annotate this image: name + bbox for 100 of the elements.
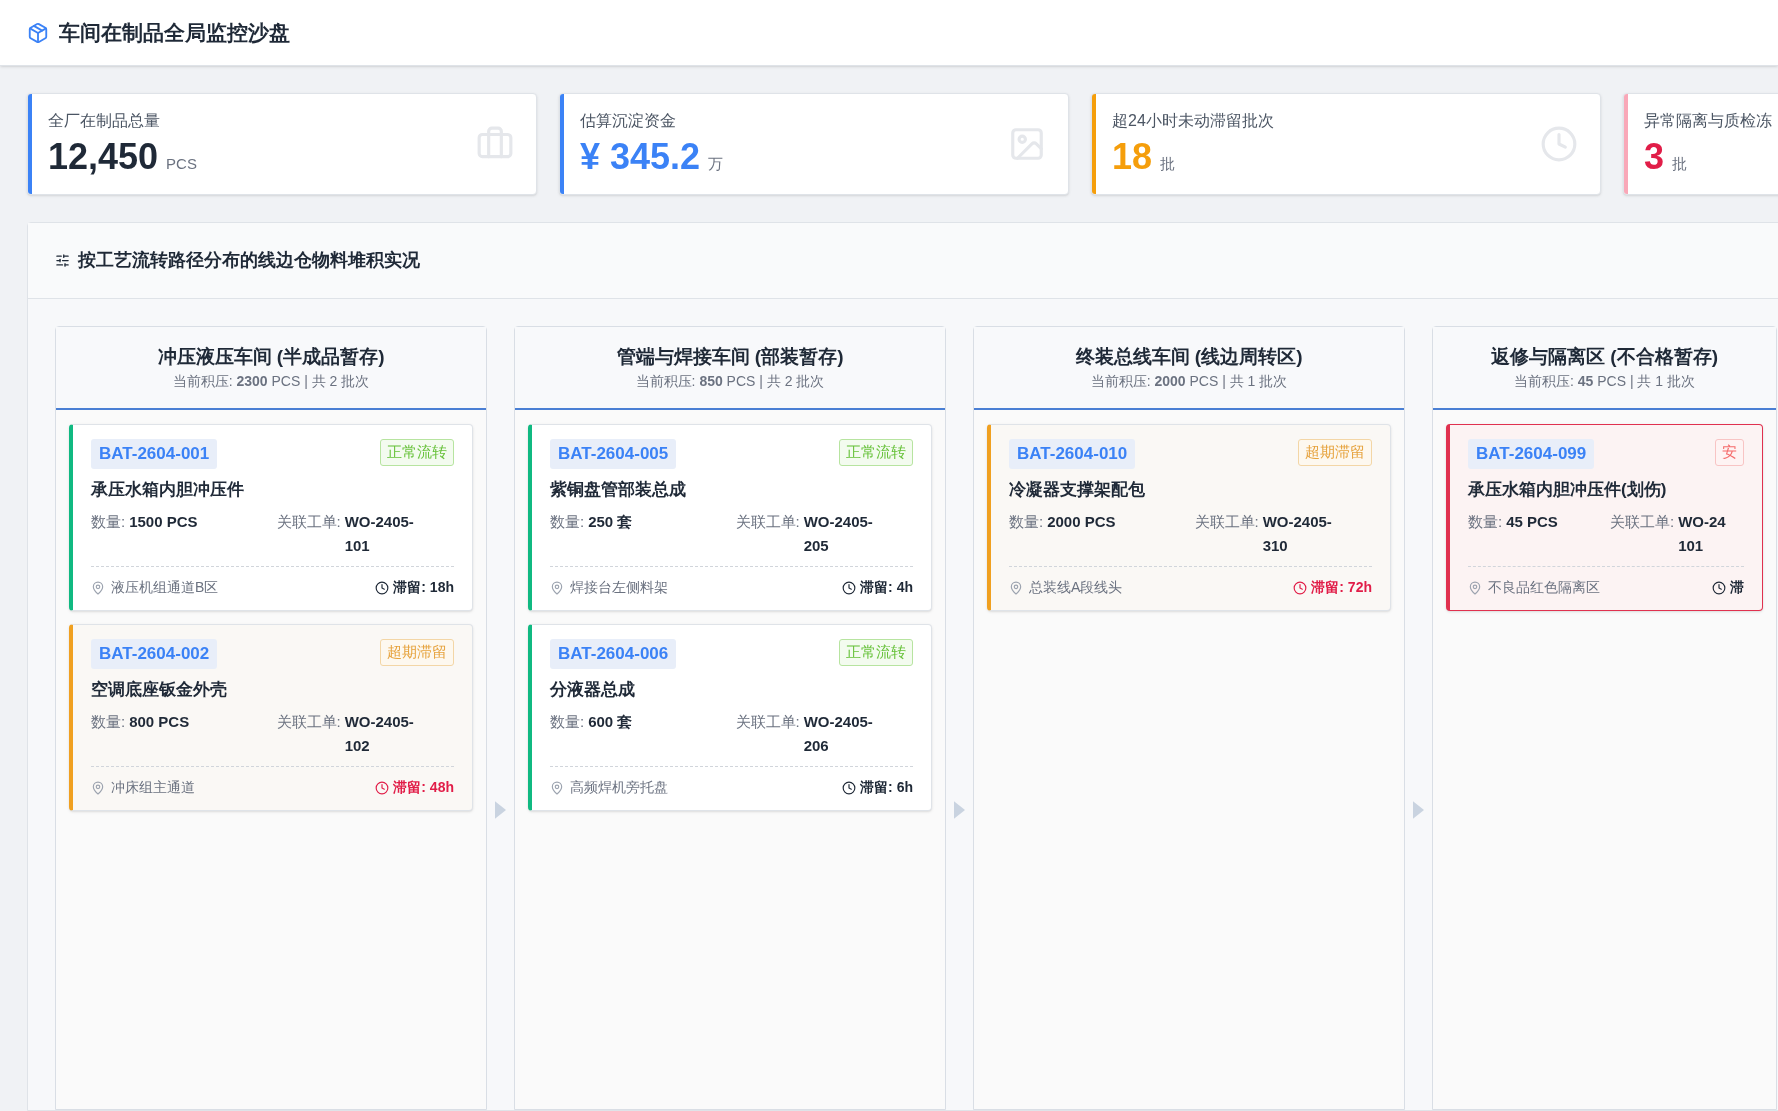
- column-summary: 当前积压: 2000 PCS | 共 1 批次: [1090, 372, 1288, 392]
- location-text: 高频焊机旁托盘: [570, 778, 668, 797]
- stay-duration: 滞留: 4h: [860, 578, 913, 597]
- item-name: 紫铜盘管部装总成: [550, 478, 687, 501]
- clock-icon: [842, 580, 857, 595]
- batch-id: BAT-2604-005: [550, 439, 677, 469]
- quantity-value: 1500 PCS: [129, 512, 198, 532]
- location-pin-icon: [91, 780, 105, 795]
- kpi-value: ¥ 345.2: [580, 135, 701, 179]
- status-tag: 超期滞留: [380, 639, 454, 666]
- quantity-label: 数量:: [1009, 512, 1044, 532]
- status-tag: 正常流转: [839, 639, 913, 666]
- stay-duration: 滞: [1730, 578, 1744, 597]
- location-text: 液压机组通道B区: [111, 578, 219, 597]
- order-value: WO-2405- 310: [1262, 512, 1332, 556]
- kpi-label: 估算沉淀资金: [580, 111, 677, 131]
- batch-card[interactable]: BAT-2604-006 正常流转 分液器总成 数量: 600 套 关联工单: WO-2405- 206 高频焊机旁托盘 滞留: 6h: [528, 624, 932, 811]
- page-title: 车间在制品全局监控沙盘: [59, 19, 290, 46]
- clock-icon: [375, 780, 390, 795]
- column-title: 冲压液压车间 (半成品暂存): [157, 344, 385, 369]
- status-tag: 安: [1715, 439, 1744, 466]
- package-icon: [27, 21, 49, 44]
- order-value: WO-2405- 205: [803, 512, 873, 556]
- status-tag: 正常流转: [380, 439, 454, 466]
- order-label: 关联工单:: [276, 712, 341, 732]
- quantity-label: 数量:: [91, 512, 126, 532]
- kpi-value: 18: [1112, 135, 1153, 179]
- kpi-unit: 万: [708, 154, 724, 174]
- kpi-label: 异常隔离与质检冻: [1644, 111, 1773, 131]
- quantity-value: 600 套: [588, 712, 633, 732]
- column-title: 返修与隔离区 (不合格暂存): [1491, 344, 1718, 369]
- quantity-label: 数量:: [550, 512, 585, 532]
- column-summary: 当前积压: 2300 PCS | 共 2 批次: [172, 372, 370, 392]
- stay-duration: 滞留: 72h: [1311, 578, 1372, 597]
- kpi-value: 3: [1644, 135, 1665, 179]
- column-title: 终装总线车间 (线边周转区): [1075, 344, 1303, 369]
- stay-duration: 滞留: 48h: [393, 778, 454, 797]
- flow-arrow-icon: [1413, 801, 1424, 819]
- batch-card[interactable]: BAT-2604-001 正常流转 承压水箱内胆冲压件 数量: 1500 PCS 关联工单: WO-2405- 101 液压机组通道B区 滞留: 18h: [69, 424, 473, 611]
- batch-card[interactable]: BAT-2604-010 超期滞留 冷凝器支撑架配包 数量: 2000 PCS 关联工单: WO-2405- 310 总装线A段线头 滞留: 72h: [987, 424, 1391, 611]
- board-title: 按工艺流转路径分布的线边仓物料堆积实况: [78, 249, 420, 272]
- column-title: 管端与焊接车间 (部装暂存): [616, 344, 844, 369]
- batch-id: BAT-2604-001: [91, 439, 218, 469]
- item-name: 分液器总成: [550, 678, 636, 701]
- order-value: WO-24 101: [1678, 512, 1726, 556]
- clock-icon: [1540, 125, 1578, 163]
- stay-duration: 滞留: 6h: [860, 778, 913, 797]
- kpi-label: 超24小时未动滞留批次: [1112, 111, 1275, 131]
- location-pin-icon: [550, 780, 564, 795]
- column-summary: 当前积压: 850 PCS | 共 2 批次: [635, 372, 825, 392]
- batch-card[interactable]: BAT-2604-099 安 承压水箱内胆冲压件(划伤) 数量: 45 PCS 关联工单: WO-24 101 不良品红色隔离区 滞: [1446, 424, 1763, 611]
- quantity-label: 数量:: [550, 712, 585, 732]
- order-label: 关联工单:: [735, 512, 800, 532]
- location-pin-icon: [1009, 580, 1023, 595]
- quantity-value: 800 PCS: [129, 712, 190, 732]
- sliders-icon: [55, 253, 70, 268]
- batch-card[interactable]: BAT-2604-005 正常流转 紫铜盘管部装总成 数量: 250 套 关联工单: WO-2405- 205 焊接台左侧料架 滞留: 4h: [528, 424, 932, 611]
- kpi-value: 12,450: [48, 135, 159, 179]
- order-label: 关联工单:: [276, 512, 341, 532]
- item-name: 承压水箱内胆冲压件: [91, 478, 245, 501]
- location-text: 冲床组主通道: [111, 778, 195, 797]
- column-summary: 当前积压: 45 PCS | 共 1 批次: [1514, 372, 1695, 392]
- clock-icon: [375, 580, 390, 595]
- kpi-unit: 批: [1160, 154, 1176, 174]
- location-pin-icon: [550, 580, 564, 595]
- batch-id: BAT-2604-099: [1468, 439, 1595, 469]
- clock-icon: [842, 780, 857, 795]
- order-value: WO-2405- 101: [344, 512, 414, 556]
- item-name: 空调底座钣金外壳: [91, 678, 228, 701]
- location-text: 焊接台左侧料架: [570, 578, 668, 597]
- location-text: 总装线A段线头: [1029, 578, 1123, 597]
- status-tag: 超期滞留: [1298, 439, 1372, 466]
- quantity-label: 数量:: [91, 712, 126, 732]
- order-value: WO-2405- 102: [344, 712, 414, 756]
- flow-arrow-icon: [495, 801, 506, 819]
- stay-duration: 滞留: 18h: [393, 578, 454, 597]
- flow-arrow-icon: [954, 801, 965, 819]
- batch-id: BAT-2604-006: [550, 639, 677, 669]
- clock-icon: [1712, 580, 1726, 595]
- kpi-unit: 批: [1672, 154, 1688, 174]
- order-label: 关联工单:: [735, 712, 800, 732]
- quantity-value: 2000 PCS: [1047, 512, 1116, 532]
- quantity-label: 数量:: [1468, 512, 1503, 532]
- status-tag: 正常流转: [839, 439, 913, 466]
- location-pin-icon: [91, 580, 105, 595]
- location-pin-icon: [1468, 580, 1482, 595]
- order-label: 关联工单:: [1610, 512, 1675, 532]
- quantity-value: 250 套: [588, 512, 633, 532]
- batch-card[interactable]: BAT-2604-002 超期滞留 空调底座钣金外壳 数量: 800 PCS 关联工单: WO-2405- 102 冲床组主通道 滞留: 48h: [69, 624, 473, 811]
- order-label: 关联工单:: [1194, 512, 1259, 532]
- item-name: 冷凝器支撑架配包: [1009, 478, 1146, 501]
- kpi-label: 全厂在制品总量: [48, 111, 161, 131]
- batch-id: BAT-2604-002: [91, 639, 218, 669]
- item-name: 承压水箱内胆冲压件(划伤): [1468, 478, 1668, 501]
- order-value: WO-2405- 206: [803, 712, 873, 756]
- clock-icon: [1293, 580, 1308, 595]
- quantity-value: 45 PCS: [1506, 512, 1558, 532]
- image-icon: [1008, 125, 1046, 163]
- kpi-unit: PCS: [166, 154, 197, 174]
- location-text: 不良品红色隔离区: [1488, 578, 1600, 597]
